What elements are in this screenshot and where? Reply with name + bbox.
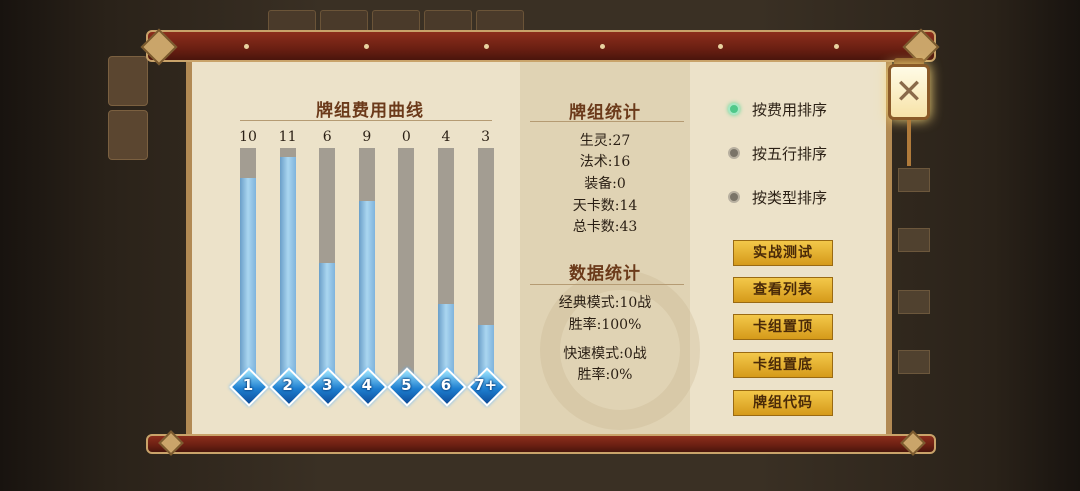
bar-count-label: 4	[441, 129, 451, 145]
cost-gem-label: 2	[282, 376, 293, 394]
divider	[240, 120, 492, 121]
bar-count-label: 0	[401, 129, 411, 145]
bar-count-label: 10	[239, 129, 257, 145]
bar-track	[398, 148, 415, 378]
scroll-top-rod	[146, 30, 936, 62]
bar-count-label: 3	[481, 129, 491, 145]
pin-bottom-button[interactable]: 卡组置底	[733, 352, 833, 378]
pin-top-button[interactable]: 卡组置顶	[733, 314, 833, 340]
rivet	[718, 44, 723, 49]
data-stats-title: 数据统计	[569, 264, 641, 284]
bar-count-label: 6	[322, 129, 332, 145]
rivet	[364, 44, 369, 49]
cost-gem-label: 4	[361, 376, 373, 394]
bar-fill	[240, 178, 256, 378]
radio-icon	[728, 103, 740, 115]
stat-total-cards: 总卡数:43	[572, 219, 638, 235]
sort-by-cost-option[interactable]: 按费用排序	[728, 98, 827, 120]
cost-gem-label: 3	[321, 376, 333, 394]
view-list-button[interactable]: 查看列表	[733, 277, 833, 303]
sort-option-label: 按类型排序	[752, 188, 828, 207]
cost-chart-title: 牌组费用曲线	[316, 101, 424, 121]
deck-code-button[interactable]: 牌组代码	[733, 390, 833, 416]
cost-gem-label: 5	[401, 376, 412, 394]
cost-gem-label: 7+	[474, 376, 498, 394]
stat-spell: 法术:16	[579, 154, 631, 170]
bar-fill	[319, 263, 336, 378]
bar-fill	[279, 157, 296, 378]
bar-count-label: 11	[278, 129, 297, 145]
close-icon[interactable]: ✕	[888, 70, 930, 114]
bg-side-tab	[108, 56, 148, 106]
divider	[530, 284, 684, 285]
rivet	[244, 44, 249, 49]
sort-option-label: 按费用排序	[752, 100, 828, 119]
bg-side-tab	[108, 110, 148, 160]
sort-by-type-option[interactable]: 按类型排序	[728, 186, 827, 208]
rivet	[600, 44, 605, 49]
radio-icon	[728, 147, 740, 159]
stat-classic-mode: 经典模式:10战	[558, 295, 652, 311]
rivet	[484, 44, 489, 49]
bg-row	[898, 228, 930, 252]
scroll-bottom-rod	[146, 434, 936, 454]
bar-fill	[358, 201, 375, 378]
stat-heaven-cards: 天卡数:14	[572, 198, 638, 214]
cost-gem-label: 1	[242, 376, 254, 394]
cost-gem-label: 6	[440, 376, 452, 394]
sort-by-element-option[interactable]: 按五行排序	[728, 142, 827, 164]
radio-icon	[728, 191, 740, 203]
stat-creature: 生灵:27	[579, 133, 631, 149]
sort-option-label: 按五行排序	[752, 144, 828, 163]
bg-row	[898, 350, 930, 374]
stat-equipment: 装备:0	[584, 176, 626, 192]
stat-classic-winrate: 胜率:100%	[568, 317, 642, 333]
deck-stats-title: 牌组统计	[569, 103, 641, 123]
bg-row	[898, 168, 930, 192]
bar-count-label: 9	[362, 129, 372, 145]
stat-quick-mode: 快速模式:0战	[563, 346, 647, 362]
stat-quick-winrate: 胜率:0%	[577, 367, 633, 383]
battle-test-button[interactable]: 实战测试	[733, 240, 833, 266]
lantern-tassel	[907, 120, 911, 166]
rivet	[834, 44, 839, 49]
divider	[530, 121, 684, 122]
bg-row	[898, 290, 930, 314]
